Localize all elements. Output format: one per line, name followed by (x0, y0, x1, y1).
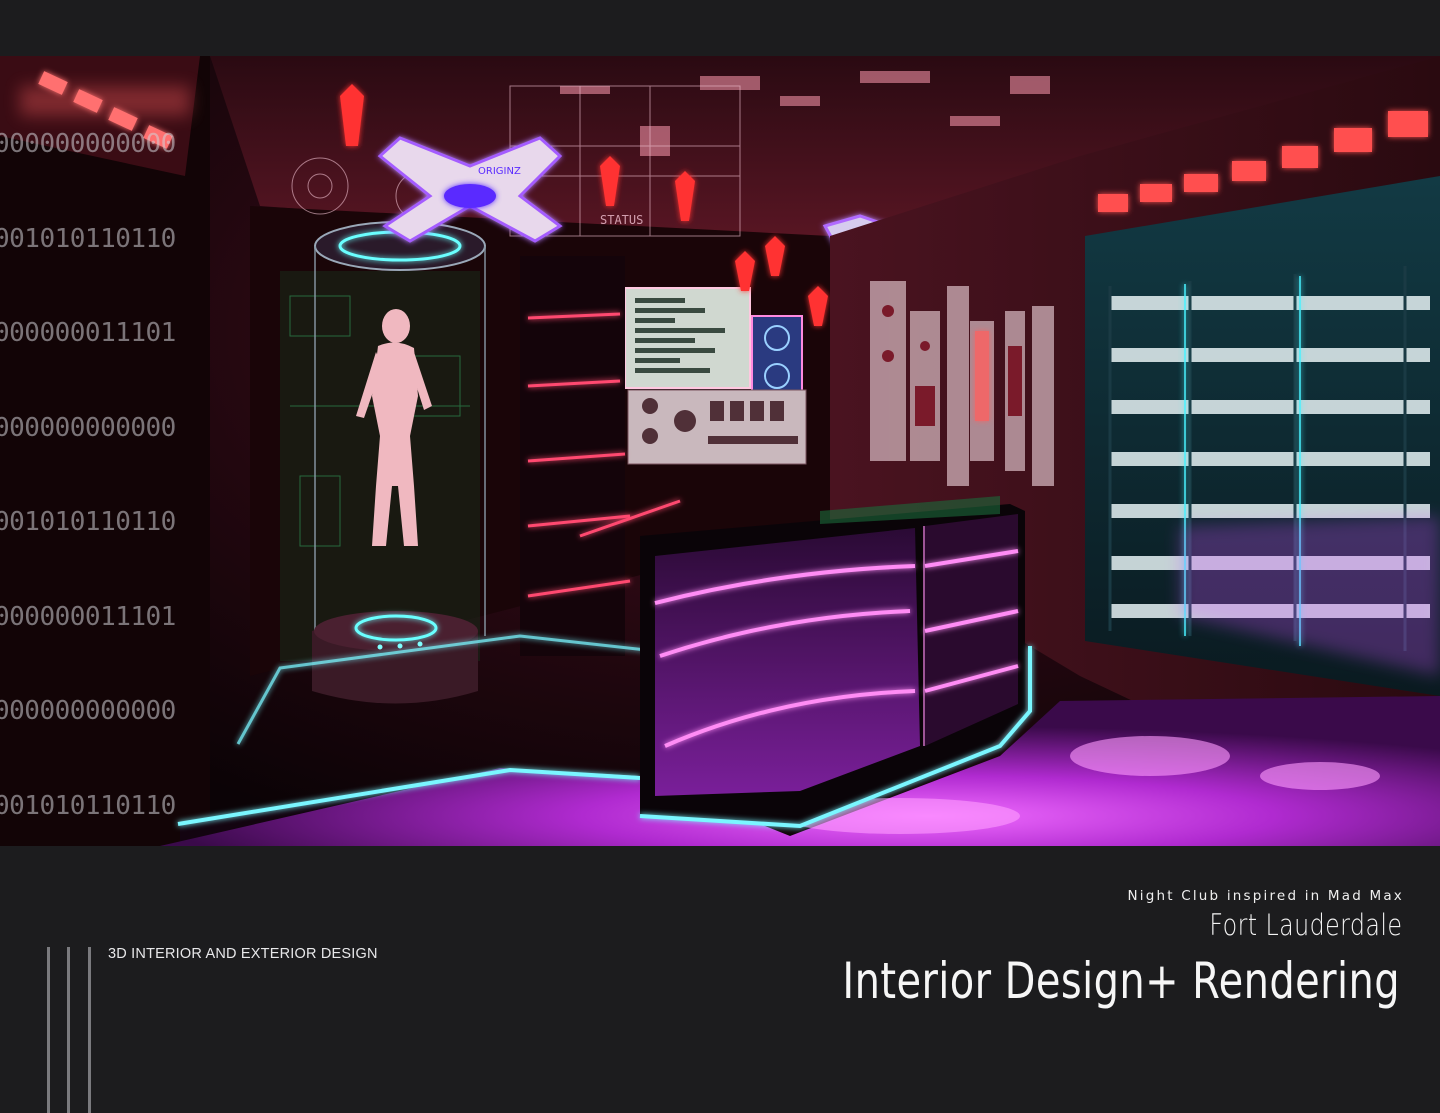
hero-rendering-image: STATUS ORIGINZ 000000000000 001010110110… (0, 56, 1440, 846)
screen-status-text: STATUS (600, 213, 643, 227)
decorative-divider (67, 947, 70, 1113)
binary-line: 000000011101 (0, 318, 176, 348)
top-bar (0, 0, 1440, 56)
binary-code-overlay: 000000000000 001010110110 000000011101 0… (0, 66, 176, 846)
binary-line: 001010110110 (0, 223, 176, 254)
decorative-divider (47, 947, 50, 1113)
binary-line: 000000000000 (0, 412, 176, 443)
service-label: 3D INTERIOR AND EXTERIOR DESIGN (108, 946, 378, 962)
project-location: Fort Lauderdale (1208, 908, 1402, 942)
binary-line: 000000000000 (0, 129, 176, 159)
page-title: Interior Design+ Rendering (842, 952, 1400, 1010)
decorative-divider (88, 947, 91, 1113)
project-tagline: Night Club inspired in Mad Max (1127, 888, 1404, 904)
drone-label: ORIGINZ (478, 166, 521, 177)
binary-line: 000000000000 (0, 696, 176, 726)
binary-line: 001010110110 (0, 790, 176, 821)
binary-line: 000000011101 (0, 601, 176, 632)
binary-line: 001010110110 (0, 507, 176, 537)
